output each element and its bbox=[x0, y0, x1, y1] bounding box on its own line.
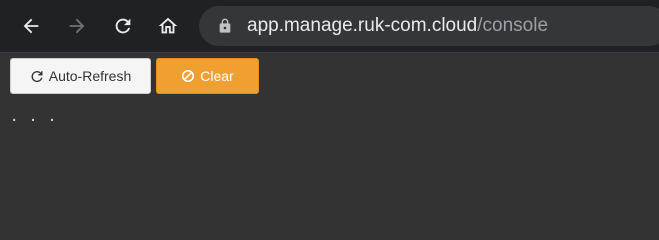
auto-refresh-button[interactable]: Auto-Refresh bbox=[10, 58, 151, 94]
url-path: /console bbox=[477, 15, 549, 36]
clear-label: Clear bbox=[200, 68, 234, 84]
url-text: app.manage.ruk-com.cloud/console bbox=[247, 15, 548, 37]
address-bar[interactable]: app.manage.ruk-com.cloud/console bbox=[199, 6, 659, 46]
url-host: app.manage.ruk-com.cloud bbox=[247, 15, 478, 36]
browser-toolbar: app.manage.ruk-com.cloud/console bbox=[0, 0, 659, 52]
clear-button[interactable]: Clear bbox=[156, 58, 259, 94]
reload-button[interactable] bbox=[107, 10, 139, 42]
home-icon bbox=[157, 15, 179, 37]
console-output: . . . bbox=[10, 109, 58, 125]
back-button[interactable] bbox=[15, 10, 47, 42]
refresh-icon bbox=[30, 69, 44, 83]
home-button[interactable] bbox=[152, 10, 184, 42]
auto-refresh-label: Auto-Refresh bbox=[48, 68, 132, 84]
console-panel: Auto-Refresh Clear . . . bbox=[0, 52, 659, 225]
ban-icon bbox=[181, 69, 195, 83]
forward-button[interactable] bbox=[61, 10, 93, 42]
lock-icon bbox=[217, 18, 233, 34]
arrow-right-icon bbox=[66, 15, 88, 37]
arrow-left-icon bbox=[20, 15, 42, 37]
reload-icon bbox=[112, 15, 134, 37]
